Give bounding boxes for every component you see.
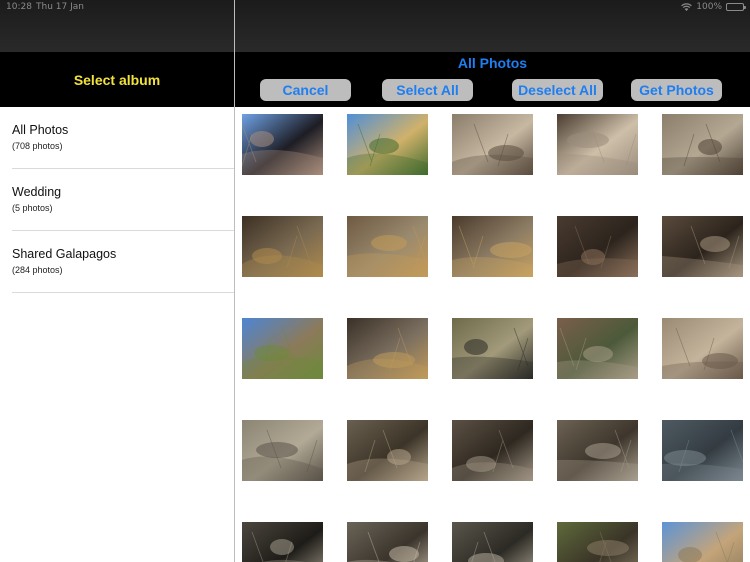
photos-title: All Photos [457,55,528,71]
bird-on-ground-image [662,114,743,175]
photo-thumbnail[interactable] [242,216,323,277]
bird-on-branches-image [242,114,323,175]
tortoise-head-2-image [242,522,323,562]
album-count: (5 photos) [12,203,53,213]
bird-bushes-image [452,318,533,379]
photo-thumbnail[interactable] [347,420,428,481]
select-all-button[interactable]: Select All [382,79,473,101]
tortoise-shell-2-image [452,522,533,562]
dry-path-image [662,318,743,379]
photo-thumbnail[interactable] [662,318,743,379]
photo-thumbnail[interactable] [242,420,323,481]
album-count: (708 photos) [12,141,63,151]
photo-thumbnail[interactable] [452,318,533,379]
battery-icon [726,3,746,11]
photo-thumbnail[interactable] [662,114,743,175]
photos-header: All Photos Cancel Select All Deselect Al… [235,52,750,107]
photo-thumbnail[interactable] [557,114,638,175]
cancel-button[interactable]: Cancel [260,79,351,101]
photo-thumbnail[interactable] [242,318,323,379]
photo-thumbnail[interactable] [452,420,533,481]
photo-thumbnail[interactable] [242,522,323,562]
battery-percent: 100% [696,2,722,12]
photo-thumbnail[interactable] [347,114,428,175]
photo-thumbnail[interactable] [557,522,638,562]
dry-brush-image [557,318,638,379]
land-iguana-ground-image [452,216,533,277]
album-name: Shared Galapagos [12,247,117,261]
photo-thumbnail[interactable] [347,216,428,277]
album-picker-title: Select album [73,71,161,88]
photo-thumbnail[interactable] [662,420,743,481]
dry-twigs-bird-image [557,114,638,175]
status-date: Thu 17 Jan [36,2,84,12]
iguana-rocks-image [347,318,428,379]
album-item[interactable]: All Photos (708 photos) [12,107,234,169]
photo-thumbnail[interactable] [557,216,638,277]
land-iguana-shade-image [242,216,323,277]
leaf-litter-image [452,420,533,481]
album-picker-header: Select album [0,52,234,107]
screen: 10:28 Thu 17 Jan 100% Select album All P… [0,0,750,562]
landscape-sky-image [242,318,323,379]
photo-thumbnail[interactable] [452,216,533,277]
photo-thumbnail[interactable] [347,522,428,562]
photo-thumbnail[interactable] [662,216,743,277]
get-photos-button[interactable]: Get Photos [631,79,722,101]
status-time: 10:28 [6,2,32,12]
photo-thumbnail[interactable] [662,522,743,562]
status-bar: 10:28 Thu 17 Jan 100% [0,1,750,15]
photo-grid [242,114,750,562]
wifi-icon [681,3,693,11]
album-item[interactable]: Shared Galapagos (284 photos) [12,231,234,293]
album-count: (284 photos) [12,265,63,275]
tortoise-shell-image [242,420,323,481]
land-iguana-image [347,216,428,277]
bird-sky-image [662,522,743,562]
ground-litter-image [557,420,638,481]
photo-thumbnail[interactable] [557,420,638,481]
bird-dry-ground-image [662,216,743,277]
album-list: All Photos (708 photos) Wedding (5 photos) S… [0,107,234,293]
top-bar: 10:28 Thu 17 Jan 100% [0,0,750,52]
tortoise-head-image [347,420,428,481]
photo-thumbnail[interactable] [242,114,323,175]
photo-thumbnail[interactable] [452,522,533,562]
album-item[interactable]: Wedding (5 photos) [12,169,234,231]
photo-thumbnail[interactable] [452,114,533,175]
tortoise-face-image [347,522,428,562]
blurred-bird-image [452,114,533,175]
tree-foliage-sky-image [347,114,428,175]
album-name: All Photos [12,123,69,137]
tortoise-shell-closeup-image [662,420,743,481]
dark-iguana-image [557,216,638,277]
tortoise-bushes-image [557,522,638,562]
photo-thumbnail[interactable] [557,318,638,379]
album-name: Wedding [12,185,62,199]
status-right: 100% [681,2,746,12]
photo-thumbnail[interactable] [347,318,428,379]
deselect-all-button[interactable]: Deselect All [512,79,603,101]
